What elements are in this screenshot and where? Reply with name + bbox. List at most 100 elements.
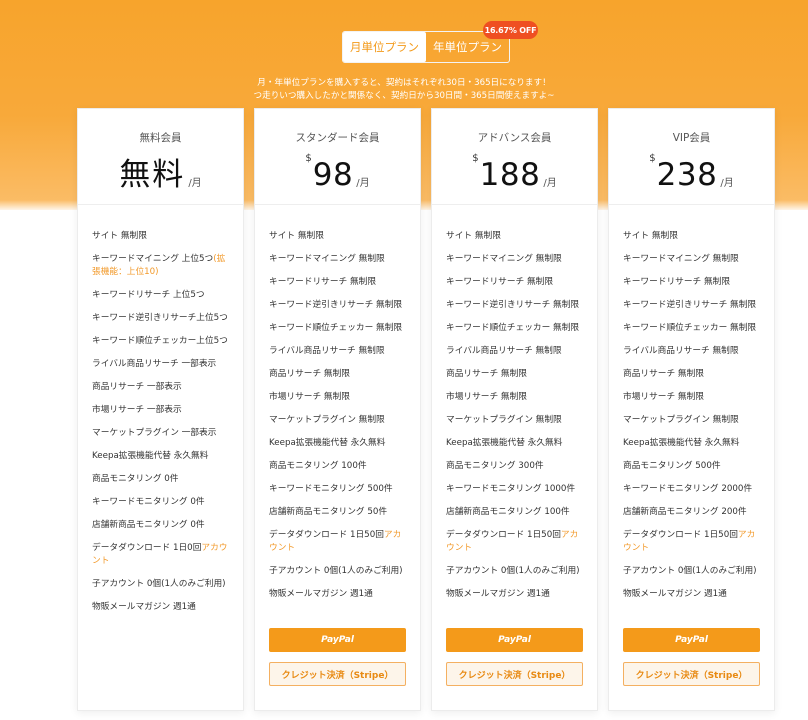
feature-item: 物販メールマガジン 週1通: [446, 589, 550, 599]
price-period: /月: [356, 178, 370, 189]
feature-item: 市場リサーチ 一部表示: [92, 405, 182, 415]
feature-item: キーワード逆引きリサーチ上位5つ: [92, 313, 228, 323]
currency-symbol: $: [305, 153, 312, 164]
feature-item: 店舗新商品モニタリング 0件: [92, 520, 205, 530]
plan-price: 188: [479, 157, 541, 193]
discount-badge: 16.67% OFF: [483, 21, 538, 39]
currency-symbol: $: [472, 153, 479, 164]
plan-header: VIP会員 $ 238 /月: [609, 109, 774, 205]
feature-item: 商品モニタリング 300件: [446, 461, 544, 471]
feature-item: 商品リサーチ 無制限: [446, 369, 527, 379]
feature-item: キーワードリサーチ 無制限: [269, 277, 377, 287]
feature-item: データダウンロード 1日50回アカウント: [446, 530, 579, 553]
feature-item: キーワードリサーチ 上位5つ: [92, 290, 205, 300]
plan-price: 無料: [119, 157, 186, 193]
feature-item: ライバル商品リサーチ 無制限: [446, 346, 562, 356]
currency-symbol: $: [649, 153, 656, 164]
plan-name: アドバンス会員: [477, 132, 552, 144]
plan-card-standard: スタンダード会員 $ 98 /月 サイト 無制限 キーワードマイニング 無制限 …: [254, 108, 421, 711]
feature-item: キーワードマイニング 上位5つ(拡張機能：上位10): [92, 254, 226, 277]
feature-item: キーワードマイニング 無制限: [623, 254, 739, 264]
feature-item: 店舗新商品モニタリング 50件: [269, 507, 388, 517]
feature-list: サイト 無制限 キーワードマイニング 無制限 キーワードリサーチ 無制限 キーワ…: [255, 230, 420, 601]
feature-item: キーワード逆引きリサーチ 無制限: [623, 300, 757, 310]
plan-header: 無料会員 無料 /月: [78, 109, 243, 205]
feature-item: 子アカウント 0個(1人のみご利用): [623, 566, 757, 576]
feature-item: データダウンロード 1日50回アカウント: [623, 530, 756, 553]
feature-item: 市場リサーチ 無制限: [623, 392, 704, 402]
feature-item: キーワードモニタリング 500件: [269, 484, 393, 494]
monthly-plan-tab[interactable]: 月単位プラン: [343, 32, 426, 62]
feature-item: 子アカウント 0個(1人のみご利用): [446, 566, 580, 576]
feature-item: ライバル商品リサーチ 無制限: [623, 346, 739, 356]
paypal-button[interactable]: PayPal: [623, 628, 760, 652]
feature-item: キーワードモニタリング 2000件: [623, 484, 753, 494]
feature-item: ライバル商品リサーチ 無制限: [269, 346, 385, 356]
feature-list: サイト 無制限 キーワードマイニング 上位5つ(拡張機能：上位10) キーワード…: [78, 230, 243, 614]
price-row: 無料 /月: [78, 149, 243, 195]
stripe-button[interactable]: クレジット決済（Stripe）: [446, 662, 583, 686]
feature-item: 商品リサーチ 無制限: [623, 369, 704, 379]
feature-item: キーワードリサーチ 無制限: [446, 277, 554, 287]
price-row: $ 188 /月: [432, 149, 597, 195]
feature-item: Keepa拡張機能代替 永久無料: [92, 451, 209, 461]
plan-price: 98: [312, 157, 354, 193]
contract-notice-line-1: 月・年単位プランを購入すると、契約はそれぞれ30日・365日になります！: [257, 78, 551, 88]
plan-card-advance: アドバンス会員 $ 188 /月 サイト 無制限 キーワードマイニング 無制限 …: [431, 108, 598, 711]
feature-item: キーワードリサーチ 無制限: [623, 277, 731, 287]
pricing-page: 月単位プラン 年単位プラン 16.67% OFF 月・年単位プランを購入すると、…: [0, 0, 808, 720]
feature-item: キーワードマイニング 無制限: [446, 254, 562, 264]
feature-item: 店舗新商品モニタリング 100件: [446, 507, 570, 517]
feature-item: 子アカウント 0個(1人のみご利用): [92, 579, 226, 589]
feature-item: 店舗新商品モニタリング 200件: [623, 507, 747, 517]
contract-notice-line-2: つ走りいつ購入したかと関係なく、契約日から30日間・365日間使えますよ~: [253, 91, 555, 101]
feature-item: キーワード逆引きリサーチ 無制限: [446, 300, 580, 310]
price-row: $ 98 /月: [255, 149, 420, 195]
feature-item: Keepa拡張機能代替 永久無料: [269, 438, 386, 448]
stripe-button[interactable]: クレジット決済（Stripe）: [623, 662, 760, 686]
feature-item: マーケットプラグイン 無制限: [446, 415, 562, 425]
feature-item: 商品モニタリング 100件: [269, 461, 367, 471]
feature-item: Keepa拡張機能代替 永久無料: [623, 438, 740, 448]
feature-item: キーワード順位チェッカー 無制限: [623, 323, 757, 333]
plan-card-free: 無料会員 無料 /月 サイト 無制限 キーワードマイニング 上位5つ(拡張機能：…: [77, 108, 244, 711]
stripe-button[interactable]: クレジット決済（Stripe）: [269, 662, 406, 686]
feature-item: キーワードマイニング 無制限: [269, 254, 385, 264]
plan-price: 238: [656, 157, 718, 193]
feature-item: サイト 無制限: [446, 231, 501, 241]
feature-item: データダウンロード 1日50回アカウント: [269, 530, 402, 553]
feature-list: サイト 無制限 キーワードマイニング 無制限 キーワードリサーチ 無制限 キーワ…: [432, 230, 597, 601]
feature-item: ライバル商品リサーチ 一部表示: [92, 359, 217, 369]
feature-item: キーワードモニタリング 0件: [92, 497, 205, 507]
feature-item: 市場リサーチ 無制限: [269, 392, 350, 402]
feature-item: 物販メールマガジン 週1通: [269, 589, 373, 599]
plan-card-vip: VIP会員 $ 238 /月 サイト 無制限 キーワードマイニング 無制限 キー…: [608, 108, 775, 711]
paypal-button[interactable]: PayPal: [446, 628, 583, 652]
feature-item: 商品リサーチ 無制限: [269, 369, 350, 379]
price-row: $ 238 /月: [609, 149, 774, 195]
feature-item: 物販メールマガジン 週1通: [623, 589, 727, 599]
feature-item: マーケットプラグイン 無制限: [623, 415, 739, 425]
feature-item: キーワード順位チェッカー上位5つ: [92, 336, 228, 346]
plan-name: 無料会員: [139, 132, 182, 144]
feature-item: Keepa拡張機能代替 永久無料: [446, 438, 563, 448]
feature-item: サイト 無制限: [623, 231, 678, 241]
feature-item: サイト 無制限: [269, 231, 324, 241]
feature-item: 物販メールマガジン 週1通: [92, 602, 196, 612]
feature-item: キーワード逆引きリサーチ 無制限: [269, 300, 403, 310]
feature-item: マーケットプラグイン 無制限: [269, 415, 385, 425]
plan-header: スタンダード会員 $ 98 /月: [255, 109, 420, 205]
plan-name: スタンダード会員: [295, 132, 380, 144]
feature-item: キーワード順位チェッカー 無制限: [269, 323, 403, 333]
paypal-button[interactable]: PayPal: [269, 628, 406, 652]
feature-item: キーワードモニタリング 1000件: [446, 484, 576, 494]
feature-item: 商品モニタリング 500件: [623, 461, 721, 471]
feature-item: 子アカウント 0個(1人のみご利用): [269, 566, 403, 576]
feature-list: サイト 無制限 キーワードマイニング 無制限 キーワードリサーチ 無制限 キーワ…: [609, 230, 774, 601]
price-period: /月: [543, 178, 557, 189]
feature-item: 市場リサーチ 無制限: [446, 392, 527, 402]
price-period: /月: [720, 178, 734, 189]
feature-item: マーケットプラグイン 一部表示: [92, 428, 217, 438]
price-period: /月: [188, 178, 202, 189]
feature-item: 商品モニタリング 0件: [92, 474, 179, 484]
